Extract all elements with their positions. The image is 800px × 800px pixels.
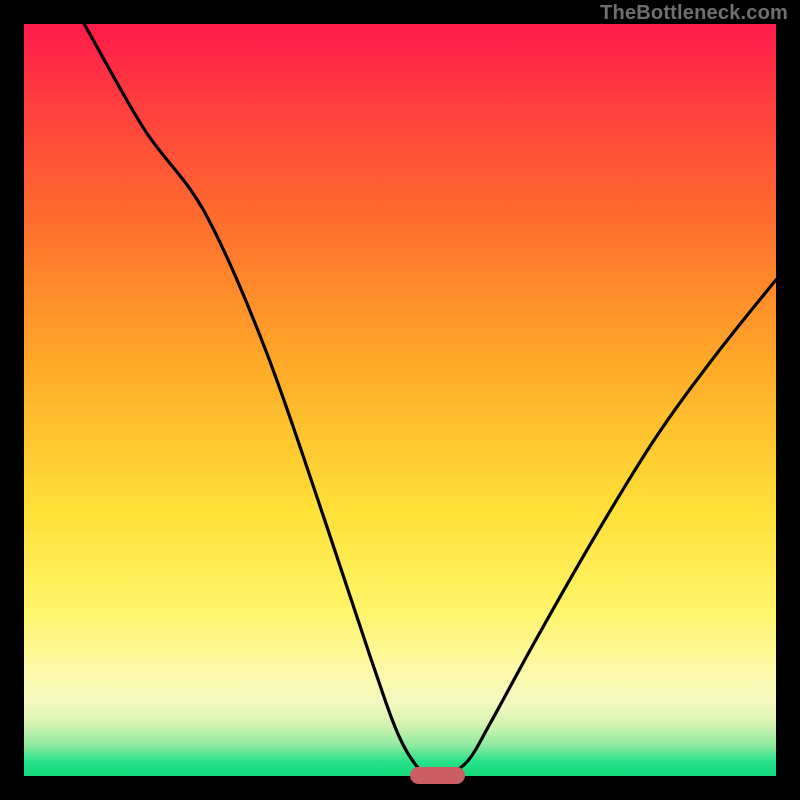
plot-area	[24, 24, 776, 776]
bottleneck-curve	[24, 24, 776, 776]
watermark-text: TheBottleneck.com	[600, 2, 788, 25]
optimal-range-marker	[410, 767, 466, 784]
chart-container: TheBottleneck.com	[0, 0, 800, 800]
